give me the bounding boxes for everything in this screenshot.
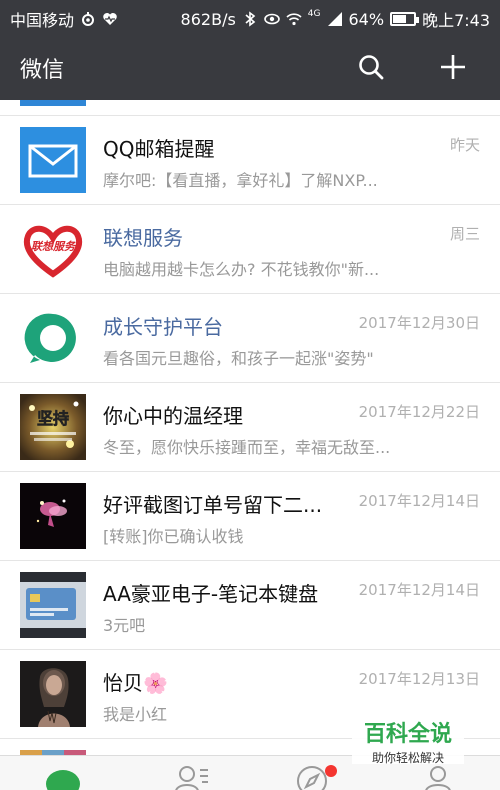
- chat-bubble-icon: [46, 770, 80, 790]
- eye-icon: [263, 13, 280, 25]
- search-button[interactable]: [352, 48, 390, 86]
- avatar: 联想服务: [20, 216, 86, 282]
- avatar: [20, 661, 86, 727]
- plus-icon: [441, 55, 465, 79]
- chat-row[interactable]: QQ邮箱提醒 摩尔吧:【看直播，拿好礼】了解NXP... 昨天: [0, 116, 500, 205]
- chat-preview: 3元吧: [103, 616, 146, 635]
- chat-time: 2017年12月14日: [358, 581, 480, 599]
- lenovo-service-logo-icon: 联想服务: [20, 216, 86, 282]
- watermark: 百科全说 助你轻松解决: [352, 714, 464, 765]
- avatar: 坚持: [20, 394, 86, 460]
- chat-time: 2017年12月13日: [358, 670, 480, 688]
- contacts-icon: [175, 766, 208, 790]
- avatar: [20, 483, 86, 549]
- watermark-subtitle: 助你轻松解决: [371, 751, 444, 765]
- chat-name: 联想服务: [103, 226, 183, 250]
- status-left: 中国移动: [10, 7, 118, 31]
- status-right: 862B/s 4G 64% 晚上7:43: [181, 7, 490, 31]
- chat-preview: 看各国元旦趣俗，和孩子一起涨"姿势": [103, 349, 374, 368]
- signal-icon: [327, 12, 342, 26]
- chat-time: 2017年12月14日: [358, 492, 480, 510]
- add-button[interactable]: [434, 48, 472, 86]
- health-heart-icon: [103, 13, 117, 25]
- watermark-title: 百科全说: [363, 722, 452, 747]
- chat-name: 怡贝🌸: [103, 671, 168, 695]
- chat-preview: 摩尔吧:【看直播，拿好礼】了解NXP...: [103, 171, 378, 190]
- network-speed: 862B/s: [180, 9, 236, 29]
- chat-name: AA豪亚电子-笔记本键盘: [103, 582, 319, 606]
- chat-row[interactable]: 坚持 你心中的温经理 冬至，愿你快乐接踵而至，幸福无敌至... 2017年12月…: [0, 383, 500, 472]
- chat-row[interactable]: 成长守护平台 看各国元旦趣俗，和孩子一起涨"姿势" 2017年12月30日: [0, 294, 500, 383]
- wifi-icon: [286, 13, 302, 26]
- carrier-label: 中国移动: [10, 11, 75, 30]
- photo-woman-icon: [20, 661, 86, 727]
- chat-row[interactable]: AA豪亚电子-笔记本键盘 3元吧 2017年12月14日: [0, 561, 500, 650]
- photo-card-icon: [20, 572, 86, 638]
- discover-badge: [325, 765, 337, 777]
- status-bar: 中国移动 862B/s 4G 64% 晚上7:43: [0, 0, 500, 34]
- me-icon: [425, 766, 451, 790]
- avatar: [20, 127, 86, 193]
- photo-persist-icon: 坚持: [20, 394, 86, 460]
- chat-row[interactable]: 联想服务 联想服务 电脑越用越卡怎么办? 不花钱教你"新... 周三: [0, 205, 500, 294]
- chat-time: 2017年12月30日: [358, 314, 480, 332]
- nav-contacts[interactable]: [172, 764, 212, 790]
- green-ring-logo-icon: [20, 305, 86, 371]
- nav-me[interactable]: [418, 764, 458, 790]
- avatar: [20, 305, 86, 371]
- chat-time: 2017年12月22日: [358, 403, 480, 421]
- chat-name: 你心中的温经理: [103, 404, 243, 428]
- chat-list[interactable]: QQ邮箱提醒 摩尔吧:【看直播，拿好礼】了解NXP... 昨天 联想服务 联想服…: [0, 100, 500, 755]
- svg-text:坚持: 坚持: [37, 409, 69, 428]
- battery-level-fill: [393, 15, 407, 23]
- svg-text:联想服务: 联想服务: [31, 240, 77, 253]
- chat-preview: 冬至，愿你快乐接踵而至，幸福无敌至...: [103, 438, 391, 457]
- chat-time: 昨天: [449, 136, 480, 154]
- photo-dark-fairy-icon: [20, 483, 86, 549]
- clock: 晚上7:43: [422, 11, 490, 30]
- chat-time: 周三: [449, 225, 480, 243]
- chat-preview: [转账]你已确认收钱: [103, 527, 244, 546]
- chat-name: QQ邮箱提醒: [103, 137, 215, 161]
- battery-icon: [390, 12, 420, 26]
- search-icon: [359, 55, 384, 80]
- chat-preview: 电脑越用越卡怎么办? 不花钱教你"新...: [103, 260, 380, 279]
- mail-envelope-icon: [20, 127, 86, 193]
- avatar: [20, 572, 86, 638]
- bluetooth-icon: [245, 11, 256, 27]
- signal-type: 4G: [307, 9, 321, 19]
- chat-row[interactable]: 好评截图订单号留下二... [转账]你已确认收钱 2017年12月14日: [0, 472, 500, 561]
- chat-row-partial[interactable]: [0, 100, 500, 116]
- battery-percent: 64%: [348, 9, 385, 29]
- chat-name: 好评截图订单号留下二...: [103, 493, 323, 517]
- sync-icon: [82, 12, 95, 26]
- avatar-partial: [20, 100, 86, 106]
- app-title: 微信: [20, 58, 65, 83]
- app-header: 微信: [0, 34, 500, 100]
- nav-chats[interactable]: [43, 764, 83, 790]
- chat-name: 成长守护平台: [103, 315, 223, 339]
